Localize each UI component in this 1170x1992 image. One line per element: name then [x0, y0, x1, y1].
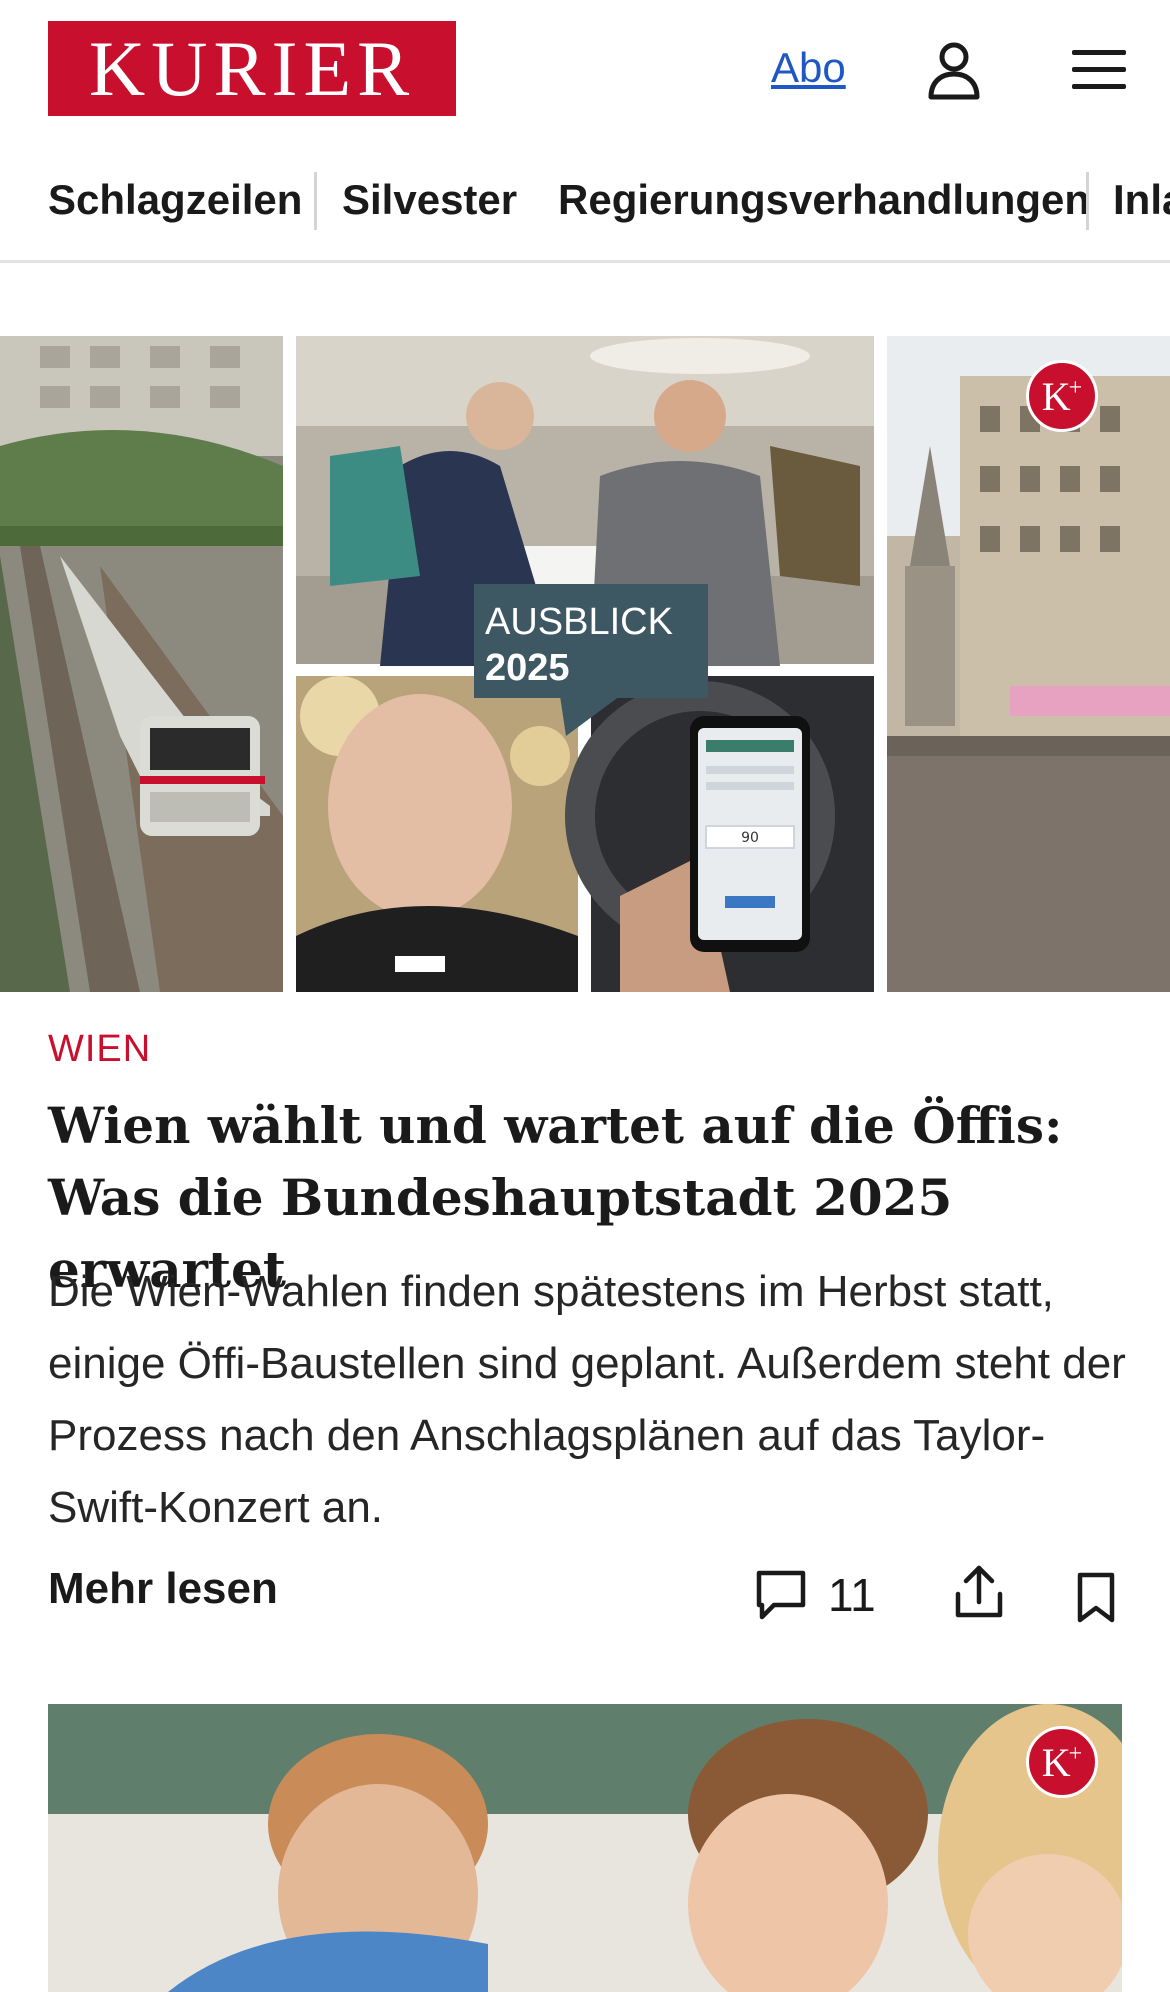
- kplus-plus: +: [1068, 375, 1083, 402]
- topic-nav: Schlagzeilen Silvester Regierungsverhand…: [0, 160, 1170, 263]
- cardinal-photo: [296, 676, 578, 992]
- kplus-label: K+: [1041, 1739, 1083, 1785]
- hamburger-menu-icon[interactable]: [1070, 42, 1128, 98]
- tram-photo: [0, 336, 283, 992]
- kurier-logo[interactable]: KURIER: [48, 21, 456, 116]
- kplus-plus: +: [1068, 1741, 1083, 1768]
- second-article-image[interactable]: K+: [48, 1704, 1122, 1992]
- children-photo: [48, 1704, 1122, 1992]
- read-more-link[interactable]: Mehr lesen: [48, 1564, 278, 1614]
- nav-item-silvester[interactable]: Silvester: [342, 176, 517, 224]
- logo-text: KURIER: [88, 24, 416, 112]
- nav-item-schlagzeilen[interactable]: Schlagzeilen: [48, 176, 302, 224]
- phone-reading: 90: [741, 830, 759, 846]
- city-crowd-photo: [887, 336, 1170, 992]
- nav-item-regierungsverhandlungen[interactable]: Regierungsverhandlungen: [558, 176, 1090, 224]
- kplus-label: K+: [1041, 373, 1083, 419]
- nav-divider: [314, 172, 317, 230]
- comment-count[interactable]: 11: [828, 1568, 876, 1622]
- kplus-badge: K+: [1026, 360, 1098, 432]
- share-icon[interactable]: [954, 1564, 1004, 1620]
- hero-collage: 90 AUSBLICK 2025: [0, 336, 1170, 992]
- comment-icon[interactable]: [754, 1568, 808, 1622]
- user-icon[interactable]: [926, 40, 982, 100]
- overlay-year: 2025: [485, 647, 570, 689]
- hero-image[interactable]: 90 AUSBLICK 2025 K+: [0, 336, 1170, 992]
- site-header: KURIER Abo: [0, 0, 1170, 140]
- abo-link[interactable]: Abo: [771, 44, 846, 92]
- nav-item-inland[interactable]: Inla: [1113, 176, 1170, 224]
- phone-photo: 90: [565, 676, 874, 992]
- bookmark-icon[interactable]: [1076, 1572, 1116, 1624]
- article-category[interactable]: WIEN: [48, 1028, 151, 1071]
- kplus-badge: K+: [1026, 1726, 1098, 1798]
- overlay-title: AUSBLICK: [485, 601, 673, 643]
- article-teaser[interactable]: Die Wien-Wahlen finden spätestens im Her…: [48, 1256, 1138, 1544]
- nav-divider: [1086, 172, 1089, 230]
